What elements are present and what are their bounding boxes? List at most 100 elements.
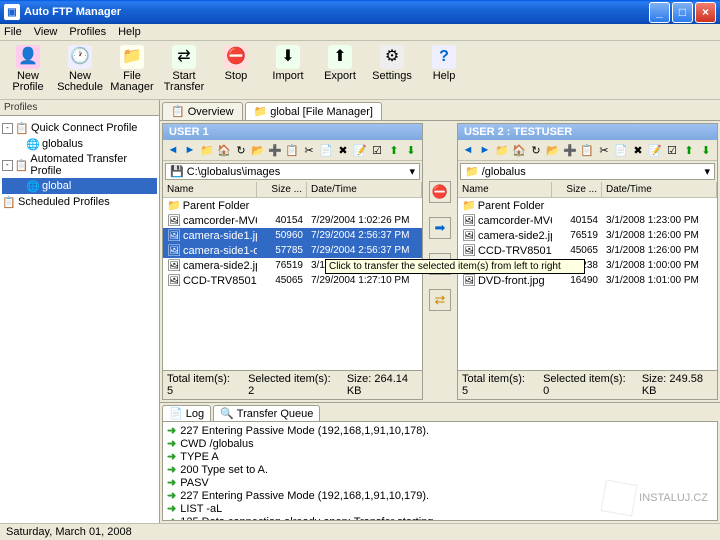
col-date[interactable]: Date/Time (602, 182, 717, 197)
select-all-button[interactable]: ☑ (369, 142, 385, 158)
expand-icon[interactable]: - (2, 123, 13, 134)
transfer-buttons-column: ⛔ ➡ ⬅ ⇄ Click to transfer the selected i… (425, 121, 455, 402)
left-path-bar[interactable]: 💾C:\globalus\images▾ (165, 163, 420, 180)
cut-button[interactable]: ✂ (301, 142, 317, 158)
tab-overview[interactable]: 📋Overview (162, 102, 243, 120)
tree-item[interactable]: -📋Quick Connect Profile (2, 120, 157, 136)
status-date: Saturday, March 01, 2008 (6, 526, 132, 538)
folder-button[interactable]: 📂 (545, 142, 561, 158)
sync-down-button[interactable]: ⬇ (698, 142, 714, 158)
queue-tab[interactable]: 🔍Transfer Queue (213, 405, 320, 421)
menu-help[interactable]: Help (118, 26, 141, 38)
tree-item-label: Scheduled Profiles (18, 196, 110, 208)
tree-item-label: globalus (42, 138, 83, 150)
new-profile-button[interactable]: 👤New Profile (4, 45, 52, 93)
col-size[interactable]: Size ... (552, 182, 602, 197)
overview-icon: 📋 (171, 105, 185, 118)
new-schedule-button[interactable]: 🕐New Schedule (56, 45, 104, 93)
tree-item[interactable]: -📋Automated Transfer Profile (2, 152, 157, 178)
title-bar: ▣ Auto FTP Manager _ □ × (0, 0, 720, 24)
refresh-button[interactable]: ↻ (233, 142, 249, 158)
profile-icon: 📋 (15, 121, 29, 135)
profile-icon: 📋 (15, 158, 29, 172)
import-button[interactable]: ⬇Import (264, 45, 312, 93)
menu-bar: File View Profiles Help (0, 24, 720, 41)
menu-file[interactable]: File (4, 26, 22, 38)
file-row[interactable]: 🖼CCD-TRV8501.jpg450653/1/2008 1:26:00 PM (458, 243, 717, 258)
sync-up-button[interactable]: ⬆ (386, 142, 402, 158)
file-row[interactable]: 🖼camcorder-MV600.jpg401547/29/2004 1:02:… (163, 213, 422, 228)
cut-button[interactable]: ✂ (596, 142, 612, 158)
select-all-button[interactable]: ☑ (664, 142, 680, 158)
dropdown-icon[interactable]: ▾ (704, 165, 710, 178)
up-button[interactable]: 📁 (494, 142, 510, 158)
file-row[interactable]: 🖼CCD-TRV8501.jpg450657/29/2004 1:27:10 P… (163, 273, 422, 288)
status-bar: Saturday, March 01, 2008 (0, 523, 720, 540)
tree-item-label: global (42, 180, 71, 192)
profile-icon: 📋 (2, 195, 16, 209)
delete-button[interactable]: ✖ (630, 142, 646, 158)
back-button[interactable]: ◄ (165, 142, 181, 158)
expand-icon[interactable]: - (2, 160, 13, 171)
paste-button[interactable]: 📄 (613, 142, 629, 158)
copy-button[interactable]: 📋 (579, 142, 595, 158)
new-folder-button[interactable]: ➕ (562, 142, 578, 158)
folder-button[interactable]: 📂 (250, 142, 266, 158)
col-name[interactable]: Name (163, 182, 257, 197)
left-panel-toolbar: ◄ ► 📁 🏠 ↻ 📂 ➕ 📋 ✂ 📄 ✖ 📝 ☑ ⬆ ⬇ (163, 140, 422, 161)
folder-icon: 📁 (254, 105, 268, 118)
menu-view[interactable]: View (34, 26, 58, 38)
file-icon: 🖼 (167, 244, 181, 257)
sync-down-button[interactable]: ⬇ (403, 142, 419, 158)
parent-folder-row[interactable]: 📁Parent Folder (163, 198, 422, 213)
log-tab[interactable]: 📄Log (162, 405, 211, 421)
dropdown-icon[interactable]: ▾ (409, 165, 415, 178)
log-line: ➜TYPE A (165, 450, 715, 463)
minimize-button[interactable]: _ (649, 2, 670, 23)
settings-button[interactable]: ⚙Settings (368, 45, 416, 93)
right-path-bar[interactable]: 📁/globalus▾ (460, 163, 715, 180)
sync-button[interactable]: ⇄ (429, 289, 451, 311)
up-button[interactable]: 📁 (199, 142, 215, 158)
paste-button[interactable]: 📄 (318, 142, 334, 158)
copy-button[interactable]: 📋 (284, 142, 300, 158)
refresh-button[interactable]: ↻ (528, 142, 544, 158)
sidebar-header: Profiles (0, 100, 159, 116)
tree-item[interactable]: 📋Scheduled Profiles (2, 194, 157, 210)
help-button[interactable]: ?Help (420, 45, 468, 93)
props-button[interactable]: 📝 (352, 142, 368, 158)
file-row[interactable]: 🖼camcorder-MV600.jpg401543/1/2008 1:23:0… (458, 213, 717, 228)
forward-button[interactable]: ► (182, 142, 198, 158)
home-button[interactable]: 🏠 (216, 142, 232, 158)
transfer-right-button[interactable]: ➡ (429, 217, 451, 239)
file-manager-button[interactable]: 📁File Manager (108, 45, 156, 93)
back-button[interactable]: ◄ (460, 142, 476, 158)
close-button[interactable]: × (695, 2, 716, 23)
col-date[interactable]: Date/Time (307, 182, 422, 197)
col-name[interactable]: Name (458, 182, 552, 197)
maximize-button[interactable]: □ (672, 2, 693, 23)
log-line: ➜227 Entering Passive Mode (192,168,1,91… (165, 424, 715, 437)
delete-button[interactable]: ✖ (335, 142, 351, 158)
file-row[interactable]: 🖼camera-side1-open.jpg577857/29/2004 2:5… (163, 243, 422, 258)
props-button[interactable]: 📝 (647, 142, 663, 158)
menu-profiles[interactable]: Profiles (69, 26, 106, 38)
forward-button[interactable]: ► (477, 142, 493, 158)
export-button[interactable]: ⬆Export (316, 45, 364, 93)
tab-file-manager[interactable]: 📁global [File Manager] (245, 102, 382, 120)
file-row[interactable]: 🖼DVD-front.jpg164903/1/2008 1:01:00 PM (458, 273, 717, 288)
start-transfer-button[interactable]: ⇄Start Transfer (160, 45, 208, 93)
file-row[interactable]: 🖼camera-side1.jpg509607/29/2004 2:56:37 … (163, 228, 422, 243)
log-line: ➜125 Data connection already open; Trans… (165, 515, 715, 521)
sync-up-button[interactable]: ⬆ (681, 142, 697, 158)
right-panel-header: USER 2 : TESTUSER (458, 124, 717, 140)
stop-button[interactable]: ⛔Stop (212, 45, 260, 93)
home-button[interactable]: 🏠 (511, 142, 527, 158)
stop-transfer-button[interactable]: ⛔ (429, 181, 451, 203)
new-folder-button[interactable]: ➕ (267, 142, 283, 158)
col-size[interactable]: Size ... (257, 182, 307, 197)
tree-item[interactable]: 🌐global (2, 178, 157, 194)
parent-folder-row[interactable]: 📁Parent Folder (458, 198, 717, 213)
tree-item[interactable]: 🌐globalus (2, 136, 157, 152)
file-row[interactable]: 🖼camera-side2.jpg765193/1/2008 1:26:00 P… (458, 228, 717, 243)
